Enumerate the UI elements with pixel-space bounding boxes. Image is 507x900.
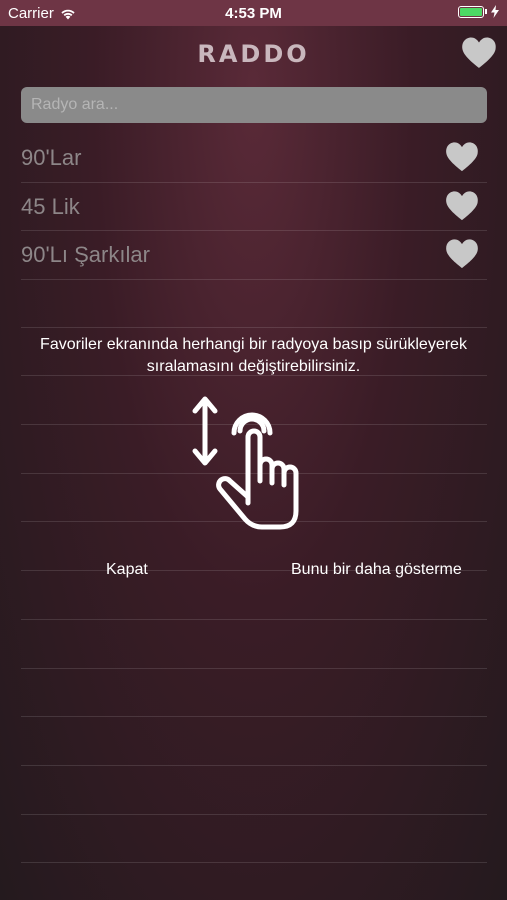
favorites-heart-icon[interactable] xyxy=(461,36,497,70)
station-list: 90'Lar 45 Lik 90'Lı Şarkılar xyxy=(21,134,487,280)
heart-icon[interactable] xyxy=(445,141,479,173)
station-name: 90'Lı Şarkılar xyxy=(21,242,150,267)
battery-group xyxy=(458,5,499,18)
close-button[interactable]: Kapat xyxy=(106,561,148,579)
battery-icon xyxy=(458,5,484,18)
drag-gesture-icon xyxy=(192,396,299,530)
search-input[interactable] xyxy=(21,87,487,123)
heart-icon[interactable] xyxy=(445,190,479,222)
station-name: 90'Lar xyxy=(21,145,82,170)
heart-icon[interactable] xyxy=(445,238,479,270)
app-logo: RADDO xyxy=(197,40,310,68)
charging-bolt-icon xyxy=(491,5,499,18)
station-name: 45 Lik xyxy=(21,193,80,219)
station-row[interactable]: 45 Lik xyxy=(21,183,487,231)
station-row[interactable]: 90'Lar xyxy=(21,134,487,183)
dont-show-again-button[interactable]: Bunu bir daha gösterme xyxy=(291,561,462,579)
app-header: RADDO xyxy=(0,26,507,86)
status-bar: Carrier 4:53 PM xyxy=(0,0,507,26)
tutorial-message: Favoriler ekranında herhangi bir radyoya… xyxy=(40,336,467,375)
status-time: 4:53 PM xyxy=(225,5,282,22)
station-row[interactable]: 90'Lı Şarkılar xyxy=(21,231,487,280)
